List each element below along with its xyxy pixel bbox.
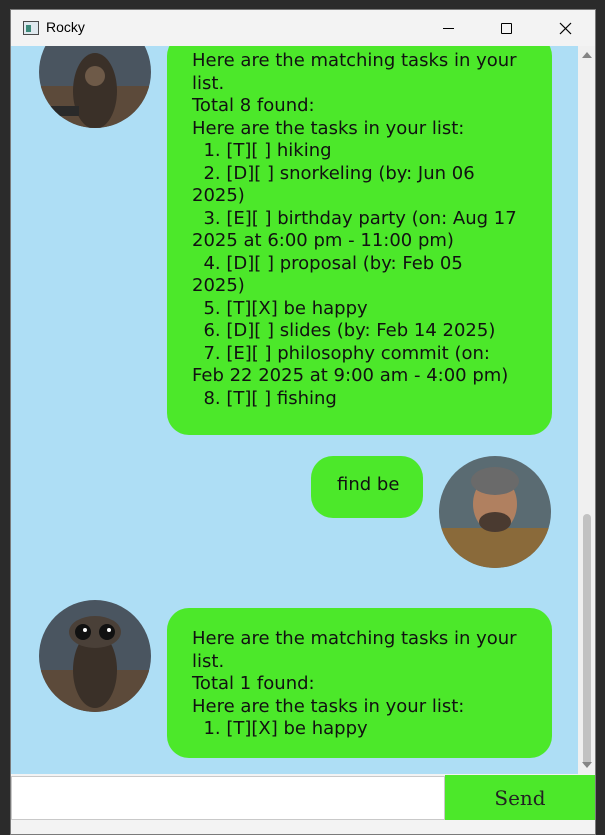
maximize-button[interactable] [477,10,535,46]
message-line: 4. [D][ ] proposal (by: Feb 05 [192,252,463,274]
scroll-thumb[interactable] [583,514,591,766]
scroll-up-icon[interactable] [582,52,592,58]
bot-message-bubble: Here are the matching tasks in your list… [167,46,552,435]
app-window: Rocky Here are the matching tasks in you… [10,9,596,835]
message-line: 1. [T][ ] hiking [192,140,332,161]
message-line: Feb 22 2025 at 9:00 am - 4:00 pm) [192,365,509,386]
message-line: find be [337,474,400,495]
message-line: Here are the matching tasks in your [192,50,517,71]
title-bar[interactable]: Rocky [11,10,595,46]
app-icon [23,21,39,35]
close-button[interactable] [536,10,594,46]
message-line: 8. [T][ ] fishing [192,387,337,409]
message-line: 7. [E][ ] philosophy commit (on: [192,342,490,364]
input-row: Send [11,774,595,834]
message-line: 6. [D][ ] slides (by: Feb 14 2025) [192,320,496,341]
message-line: 2025) [192,185,245,206]
bot-avatar [39,46,151,128]
message-line: list. [192,650,225,672]
message-line: 2. [D][ ] snorkeling (by: Jun 06 [192,162,475,184]
message-line: Here are the matching tasks in your [192,628,517,649]
minimize-icon [442,27,454,29]
vertical-scrollbar[interactable] [578,46,595,774]
close-icon [559,22,571,34]
chat-area[interactable]: Here are the matching tasks in your list… [11,46,578,774]
message-line: Total 1 found: [192,673,315,694]
message-line: 2025 at 6:00 pm - 11:00 pm) [192,230,454,251]
message-line: 1. [T][X] be happy [192,718,368,739]
user-avatar [439,456,551,568]
maximize-icon [500,22,512,34]
message-line: 3. [E][ ] birthday party (on: Aug 17 [192,207,517,229]
send-button[interactable]: Send [445,775,595,820]
user-message-bubble: find be [311,456,423,518]
window-title: Rocky [46,19,85,35]
message-line: Here are the tasks in your list: [192,117,465,139]
message-line: 2025) [192,275,245,296]
minimize-button[interactable] [419,10,477,46]
message-input[interactable] [11,776,445,820]
message-line: Total 8 found: [192,95,315,116]
bot-avatar [39,600,151,712]
message-line: Here are the tasks in your list: [192,695,465,717]
message-line: 5. [T][X] be happy [192,297,368,319]
message-line: list. [192,72,225,94]
bot-message-bubble: Here are the matching tasks in your list… [167,608,552,758]
scroll-down-icon[interactable] [582,762,592,768]
